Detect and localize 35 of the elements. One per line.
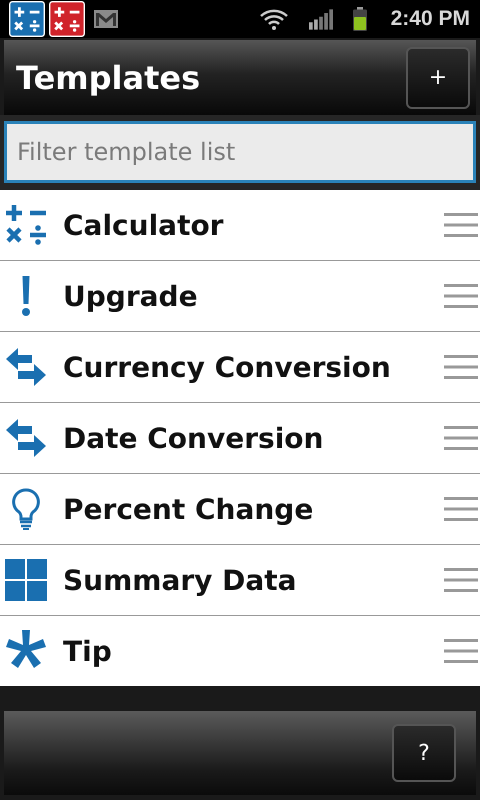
template-item[interactable]: Upgrade — [0, 261, 480, 332]
template-name: Summary Data — [63, 564, 298, 596]
drag-handle-icon[interactable] — [444, 568, 478, 592]
drag-handle-icon[interactable] — [444, 355, 478, 379]
mail-icon — [93, 9, 119, 29]
help-button[interactable]: ? — [392, 724, 456, 782]
grid-icon — [4, 558, 48, 602]
template-item[interactable]: Percent Change — [0, 474, 480, 545]
add-button[interactable]: + — [406, 46, 470, 108]
drag-handle-icon[interactable] — [444, 213, 478, 237]
template-name: Percent Change — [63, 492, 314, 526]
filter-field[interactable]: Filter template list — [4, 121, 476, 183]
template-item[interactable]: Tip — [0, 616, 480, 686]
battery-icon — [352, 7, 367, 31]
drag-handle-icon[interactable] — [444, 426, 478, 450]
template-item[interactable]: Calculator — [0, 190, 480, 261]
exclamation-icon — [22, 276, 30, 316]
swap-arrows-icon — [4, 416, 48, 460]
screen-title: Templates — [16, 58, 200, 96]
clock: 2:40 PM — [390, 7, 470, 31]
template-name: Upgrade — [63, 280, 199, 312]
swap-arrows-icon — [4, 345, 48, 389]
template-item[interactable]: Currency Conversion — [0, 332, 480, 403]
drag-handle-icon[interactable] — [444, 639, 478, 663]
template-item[interactable]: Summary Data — [0, 545, 480, 616]
drag-handle-icon[interactable] — [444, 497, 478, 521]
template-name: Currency Conversion — [63, 350, 392, 384]
template-name: Date Conversion — [63, 422, 324, 454]
signal-icon — [308, 8, 333, 30]
template-name: Tip — [63, 634, 113, 668]
calculator-icon — [4, 203, 48, 247]
drag-handle-icon[interactable] — [444, 284, 478, 308]
template-item[interactable]: Date Conversion — [0, 403, 480, 474]
template-name: Calculator — [63, 208, 224, 242]
wifi-icon — [258, 7, 289, 31]
